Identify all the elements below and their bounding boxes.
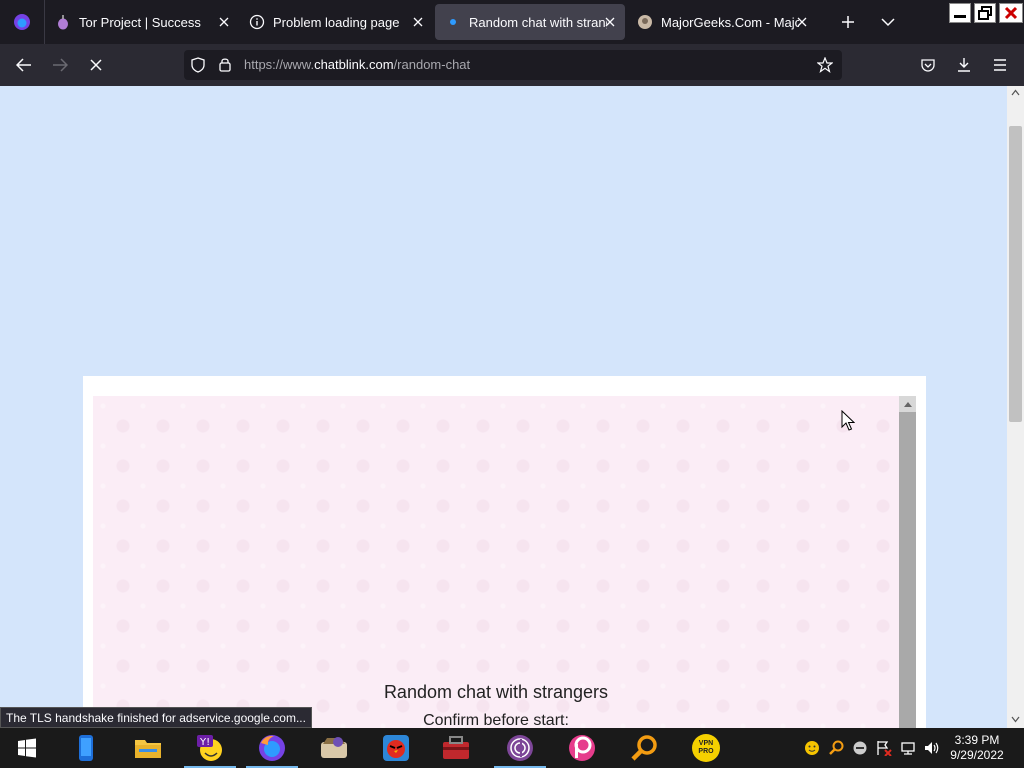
pocket-button[interactable] (918, 55, 938, 75)
tray-network-icon[interactable] (900, 740, 916, 756)
new-tab-button[interactable] (838, 12, 858, 32)
app-menu-button[interactable] (990, 55, 1010, 75)
restore-window-button[interactable] (974, 3, 996, 23)
close-tab-icon[interactable] (795, 15, 809, 29)
tab-tor-project[interactable]: Tor Project | Success (45, 4, 239, 40)
tab-title: MajorGeeks.Com - MajorG (661, 14, 799, 30)
clock-date: 9/29/2022 (950, 748, 1004, 762)
taskbar-clock[interactable]: 3:39 PM 9/29/2022 (942, 733, 1012, 763)
status-panel: The TLS handshake finished for adservice… (0, 707, 312, 728)
taskbar-search-app[interactable] (615, 728, 673, 768)
minimize-window-button[interactable] (949, 3, 971, 23)
taskbar-picsart[interactable] (553, 728, 611, 768)
page-viewport: Random chat with strangers Confirm befor… (0, 86, 1024, 728)
hamburger-menu-icon (994, 59, 1006, 71)
minimize-icon (954, 15, 966, 18)
start-button[interactable] (0, 728, 54, 768)
info-icon (249, 14, 265, 30)
url-text[interactable]: https://www.chatblink.com/random-chat (244, 57, 470, 72)
firefox-icon (259, 735, 285, 761)
lock-icon[interactable] (218, 56, 232, 77)
loading-dot-icon (445, 14, 461, 30)
stop-x-icon (90, 59, 102, 71)
scroll-up-arrow-icon[interactable] (1011, 89, 1020, 96)
toolbox-app-icon (443, 736, 469, 759)
back-button[interactable] (14, 55, 34, 75)
vpn-pro-label: VPN PRO (698, 740, 714, 755)
close-window-button[interactable] (999, 3, 1023, 23)
majorgeeks-favicon (637, 14, 653, 30)
close-tab-icon[interactable] (217, 15, 231, 29)
chat-title: Random chat with strangers (383, 682, 609, 702)
taskbar-tor-browser[interactable] (491, 728, 549, 768)
angry-birds-icon (383, 735, 409, 761)
tab-strip: Tor Project | Success Problem loading pa… (0, 0, 1024, 44)
file-explorer-icon (135, 740, 161, 758)
onion-icon (55, 14, 71, 30)
tray-emoji-icon[interactable] (804, 740, 820, 756)
mouse-cursor-icon (841, 410, 855, 431)
tray-flag-alert-icon[interactable] (876, 740, 892, 756)
windows-start-icon (18, 738, 36, 758)
arrow-right-icon (53, 58, 68, 72)
stop-loading-button[interactable] (86, 55, 106, 75)
taskbar-firefox[interactable] (243, 728, 301, 768)
chat-scrollbar[interactable] (899, 396, 916, 728)
svg-text:Y!: Y! (199, 737, 210, 748)
taskbar: Y! VPN PRO 3:39 PM 9/29/2022 (0, 728, 1024, 768)
tracking-protection-shield-icon[interactable] (190, 57, 206, 78)
tab-title: Random chat with strange (469, 14, 607, 30)
taskbar-script-app[interactable] (305, 728, 363, 768)
tab-title: Problem loading page (273, 14, 400, 30)
firefox-logo-icon (14, 14, 30, 30)
taskbar-toolbox-app[interactable] (427, 728, 485, 768)
tray-volume-icon[interactable] (924, 740, 940, 756)
firefox-view-button[interactable] (0, 0, 44, 44)
taskbar-phone-app[interactable] (57, 728, 115, 768)
tor-browser-icon (507, 735, 533, 761)
chat-card: Random chat with strangers Confirm befor… (83, 376, 926, 728)
clock-time: 3:39 PM (954, 733, 1000, 747)
url-domain: chatblink.com (314, 57, 394, 72)
url-path: /random-chat (393, 57, 471, 72)
taskbar-file-explorer[interactable] (119, 728, 177, 768)
scroll-up-arrow-icon[interactable] (899, 396, 916, 412)
tray-minus-circle-icon[interactable] (852, 740, 868, 756)
search-magnifier-icon (631, 735, 657, 761)
close-tab-icon[interactable] (411, 15, 425, 29)
tab-random-chat[interactable]: Random chat with strange (435, 4, 625, 40)
page-scrollbar[interactable] (1007, 86, 1024, 728)
url-prefix: https://www. (244, 57, 315, 72)
chevron-down-icon (881, 18, 895, 27)
taskbar-vpn-pro[interactable]: VPN PRO (677, 728, 735, 768)
script-app-icon (321, 737, 347, 758)
plus-icon (842, 16, 854, 28)
close-tab-icon[interactable] (603, 15, 617, 29)
arrow-left-icon (16, 58, 31, 72)
yahoo-messenger-icon: Y! (197, 735, 222, 761)
navigation-toolbar: https://www.chatblink.com/random-chat (0, 44, 1024, 86)
bookmark-star-icon[interactable] (816, 56, 834, 78)
picsart-icon (569, 735, 595, 761)
address-bar[interactable]: https://www.chatblink.com/random-chat (184, 50, 842, 80)
taskbar-angry-birds[interactable] (367, 728, 425, 768)
tab-problem-loading[interactable]: Problem loading page (239, 4, 433, 40)
chat-area: Random chat with strangers Confirm befor… (93, 396, 899, 728)
tab-majorgeeks[interactable]: MajorGeeks.Com - MajorG (627, 4, 817, 40)
phone-app-icon (79, 735, 93, 761)
close-window-icon (1004, 6, 1018, 20)
forward-button[interactable] (50, 55, 70, 75)
scroll-down-arrow-icon[interactable] (1011, 716, 1020, 723)
download-icon (958, 58, 970, 72)
pocket-icon (921, 59, 935, 72)
list-all-tabs-button[interactable] (878, 12, 898, 32)
taskbar-yahoo-messenger[interactable]: Y! (181, 728, 239, 768)
downloads-button[interactable] (954, 55, 974, 75)
restore-icon (978, 6, 992, 20)
scrollbar-thumb[interactable] (1009, 126, 1022, 422)
tray-search-icon[interactable] (828, 740, 844, 756)
tab-title: Tor Project | Success (79, 14, 201, 30)
